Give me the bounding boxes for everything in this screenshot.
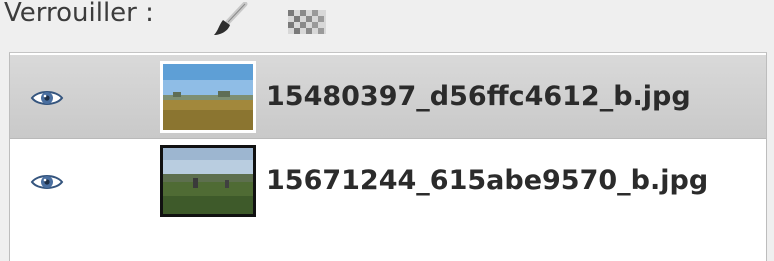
layers-list: 15480397_d56ffc4612_b.jpg 15671244_615ab…	[9, 52, 767, 261]
eye-icon[interactable]	[28, 87, 66, 109]
layers-panel: Verrouiller : 15480397_d56ffc4612_b.jpg …	[0, 0, 774, 261]
layer-row[interactable]: 15480397_d56ffc4612_b.jpg	[10, 55, 766, 139]
layer-name[interactable]: 15671244_615abe9570_b.jpg	[266, 163, 708, 199]
layer-thumbnail	[160, 145, 256, 217]
paintbrush-icon[interactable]	[211, 1, 251, 36]
lock-label: Verrouiller :	[4, 0, 154, 28]
layer-thumbnail	[160, 61, 256, 133]
layer-row[interactable]: 15671244_615abe9570_b.jpg	[10, 139, 766, 223]
lock-toolbar: Verrouiller :	[0, 0, 774, 52]
eye-icon[interactable]	[28, 171, 66, 193]
layer-name[interactable]: 15480397_d56ffc4612_b.jpg	[266, 79, 691, 115]
checkerboard-icon[interactable]	[288, 10, 326, 34]
